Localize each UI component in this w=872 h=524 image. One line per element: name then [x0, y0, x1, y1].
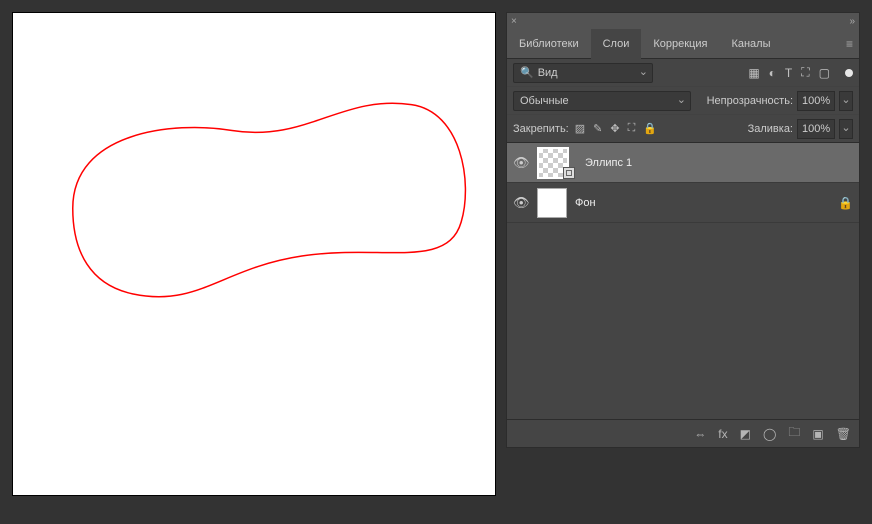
- layer-filter-row: 🔍 Вид ▦ ◐ T ⛶ ▢: [507, 59, 859, 87]
- vector-mask-badge[interactable]: [563, 167, 575, 179]
- visibility-icon[interactable]: 👁: [513, 155, 529, 171]
- opacity-value[interactable]: 100%: [797, 91, 835, 111]
- filter-icon-strip: ▦ ◐ T ⛶ ▢: [748, 65, 853, 80]
- group-icon[interactable]: 🗀: [788, 423, 800, 444]
- tab-correction[interactable]: Коррекция: [641, 29, 719, 59]
- panel-footer: ⇔ fx ◩ ◯ 🗀 ▣ 🗑: [507, 419, 859, 447]
- lock-icon[interactable]: 🔒: [838, 196, 853, 210]
- lock-artboard-icon[interactable]: ⛶: [628, 122, 636, 135]
- lock-row: Закрепить: ▨ ✎ ✥ ⛶ 🔒 Заливка: 100% ⌄: [507, 115, 859, 143]
- blend-mode-select[interactable]: Обычные: [513, 91, 691, 111]
- adjustment-layer-icon[interactable]: ◯: [763, 427, 776, 441]
- close-icon[interactable]: ×: [511, 16, 849, 27]
- layer-name[interactable]: Фон: [575, 197, 830, 209]
- lock-label: Закрепить:: [513, 123, 569, 135]
- filter-smart-icon[interactable]: ▢: [819, 66, 830, 80]
- tab-channels[interactable]: Каналы: [719, 29, 782, 59]
- layer-row[interactable]: 👁 Эллипс 1: [507, 143, 859, 183]
- ellipse-shape-path[interactable]: [73, 103, 466, 297]
- opacity-stepper[interactable]: ⌄: [839, 91, 853, 111]
- lock-all-icon[interactable]: 🔒: [643, 122, 657, 135]
- collapse-icon[interactable]: »: [849, 16, 855, 27]
- layers-list: 👁 Эллипс 1 👁 Фон 🔒: [507, 143, 859, 419]
- delete-layer-icon[interactable]: 🗑: [836, 427, 851, 441]
- opacity-label: Непрозрачность:: [707, 95, 793, 107]
- filter-image-icon[interactable]: ▦: [748, 66, 759, 80]
- blend-row: Обычные Непрозрачность: 100% ⌄: [507, 87, 859, 115]
- lock-transparency-icon[interactable]: ▨: [575, 122, 585, 135]
- filter-text-icon[interactable]: T: [785, 66, 792, 80]
- filter-shape-icon[interactable]: ⛶: [801, 65, 809, 80]
- panel-menu-icon[interactable]: ≡: [846, 37, 853, 51]
- fx-icon[interactable]: fx: [718, 427, 727, 441]
- layer-thumbnail[interactable]: [537, 188, 567, 218]
- lock-icons: ▨ ✎ ✥ ⛶ 🔒: [575, 122, 657, 135]
- fill-stepper[interactable]: ⌄: [839, 119, 853, 139]
- panel-tabs: Библиотеки Слои Коррекция Каналы ≡: [507, 29, 859, 59]
- lock-pixels-icon[interactable]: ✎: [593, 122, 602, 135]
- fill-label: Заливка:: [748, 123, 793, 135]
- search-icon: 🔍: [520, 64, 534, 82]
- filter-toggle-icon[interactable]: [845, 69, 853, 77]
- panel-titlebar: × »: [507, 13, 859, 29]
- layer-name[interactable]: Эллипс 1: [585, 157, 853, 169]
- add-mask-icon[interactable]: ◩: [740, 427, 751, 441]
- fill-value[interactable]: 100%: [797, 119, 835, 139]
- layer-filter-select[interactable]: 🔍 Вид: [513, 63, 653, 83]
- filter-adjust-icon[interactable]: ◐: [769, 66, 776, 80]
- canvas-area: [12, 12, 498, 512]
- document-canvas[interactable]: [12, 12, 496, 496]
- layers-panel: × » Библиотеки Слои Коррекция Каналы ≡ 🔍…: [506, 12, 860, 448]
- lock-position-icon[interactable]: ✥: [610, 122, 619, 135]
- layer-filter-label: Вид: [538, 64, 558, 82]
- tab-layers[interactable]: Слои: [591, 29, 642, 59]
- link-layers-icon[interactable]: ⇔: [694, 427, 706, 441]
- layer-row[interactable]: 👁 Фон 🔒: [507, 183, 859, 223]
- visibility-icon[interactable]: 👁: [513, 195, 529, 211]
- tab-libraries[interactable]: Библиотеки: [507, 29, 591, 59]
- new-layer-icon[interactable]: ▣: [812, 427, 823, 441]
